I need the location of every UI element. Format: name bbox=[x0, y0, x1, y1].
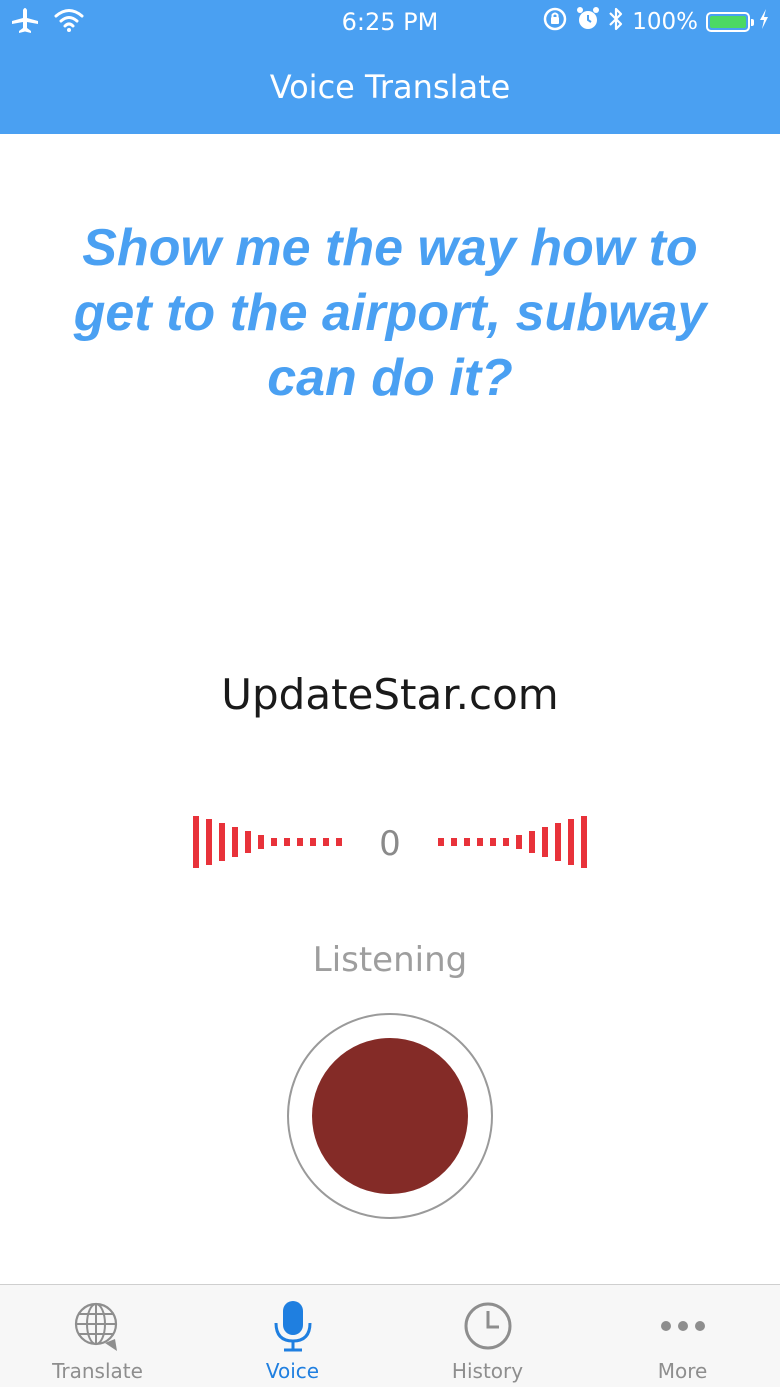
voice-translate-screen: 6:25 PM 100% Voice Translate Show me the… bbox=[0, 0, 780, 1387]
watermark-text: UpdateStar.com bbox=[221, 670, 559, 719]
battery-icon bbox=[706, 11, 754, 32]
tab-bar: Translate Voice History More bbox=[0, 1284, 780, 1387]
more-icon bbox=[660, 1321, 705, 1331]
battery-fill bbox=[710, 15, 746, 28]
microphone-icon bbox=[274, 1301, 311, 1352]
record-button[interactable] bbox=[287, 1013, 493, 1219]
status-right: 100% bbox=[542, 6, 770, 37]
tab-voice-label: Voice bbox=[265, 1359, 320, 1383]
charging-icon bbox=[758, 8, 770, 35]
bluetooth-icon bbox=[608, 6, 624, 37]
battery-tip bbox=[751, 18, 754, 26]
alarm-icon bbox=[576, 6, 600, 37]
header: 6:25 PM 100% Voice Translate bbox=[0, 0, 780, 134]
tab-translate[interactable]: Translate bbox=[0, 1285, 195, 1387]
tab-history[interactable]: History bbox=[390, 1285, 585, 1387]
tab-more[interactable]: More bbox=[585, 1285, 780, 1387]
clock-icon bbox=[464, 1302, 511, 1350]
page-title: Voice Translate bbox=[269, 68, 511, 106]
record-dot bbox=[312, 1038, 468, 1194]
tab-voice[interactable]: Voice bbox=[195, 1285, 390, 1387]
orientation-lock-icon bbox=[542, 6, 568, 37]
battery-percent: 100% bbox=[632, 8, 698, 35]
tab-history-label: History bbox=[451, 1359, 524, 1383]
status-bar: 6:25 PM 100% bbox=[0, 0, 780, 44]
listening-status: Listening bbox=[312, 940, 468, 980]
tab-translate-label: Translate bbox=[52, 1359, 143, 1383]
globe-icon bbox=[74, 1302, 117, 1351]
tab-more-label: More bbox=[657, 1359, 708, 1383]
audio-level-value: 0 bbox=[379, 824, 401, 864]
translated-text: Show me the way how to get to the airpor… bbox=[73, 219, 707, 407]
